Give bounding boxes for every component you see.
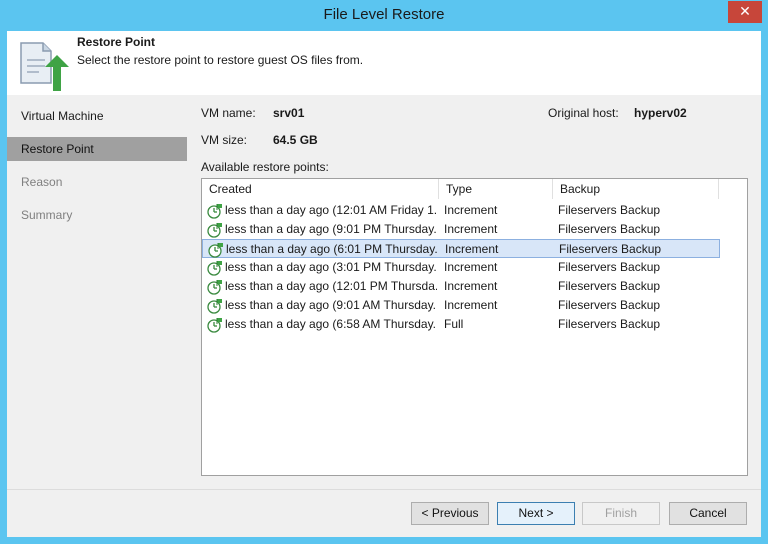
restore-point-icon — [207, 261, 222, 276]
restore-point-icon — [207, 318, 222, 333]
column-header-created[interactable]: Created — [202, 179, 439, 199]
header-title: Restore Point — [77, 35, 156, 49]
cell-created: less than a day ago (12:01 PM Thursda... — [225, 279, 437, 293]
cell-type: Increment — [444, 203, 498, 217]
vm-name-value: srv01 — [273, 106, 305, 120]
window-title: File Level Restore — [323, 6, 445, 23]
next-button[interactable]: Next > — [497, 502, 575, 525]
list-header: Created Type Backup — [202, 179, 747, 199]
cell-backup: Fileservers Backup — [559, 242, 662, 256]
table-row[interactable]: less than a day ago (9:01 PM Thursday...… — [202, 220, 720, 239]
step-restore-point[interactable]: Restore Point — [7, 137, 187, 161]
cancel-button[interactable]: Cancel — [669, 502, 747, 525]
file-level-restore-window: File Level Restore ✕ Restore Point Selec… — [0, 0, 768, 544]
restore-point-icon — [207, 299, 222, 314]
restore-points-list[interactable]: Created Type Backup less than a day ago … — [201, 178, 748, 476]
wizard-header: Restore Point Select the restore point t… — [7, 31, 761, 95]
vm-size-value: 64.5 GB — [273, 133, 318, 147]
cell-type: Increment — [444, 298, 498, 312]
cell-created: less than a day ago (9:01 AM Thursday... — [225, 298, 437, 312]
original-host-label: Original host: — [548, 106, 619, 120]
wizard-client-area: Restore Point Select the restore point t… — [7, 31, 761, 537]
vm-size-label: VM size: — [201, 133, 248, 147]
cell-backup: Fileservers Backup — [558, 260, 661, 274]
restore-point-panel: VM name: srv01 Original host: hyperv02 V… — [187, 95, 761, 489]
cell-backup: Fileservers Backup — [558, 279, 661, 293]
cell-backup: Fileservers Backup — [558, 222, 661, 236]
cell-created: less than a day ago (9:01 PM Thursday... — [225, 222, 437, 236]
close-button[interactable]: ✕ — [728, 1, 762, 23]
cell-type: Increment — [444, 222, 498, 236]
cell-created: less than a day ago (12:01 AM Friday 1..… — [225, 203, 437, 217]
table-row[interactable]: less than a day ago (3:01 PM Thursday...… — [202, 258, 720, 277]
finish-button: Finish — [582, 502, 660, 525]
restore-point-icon — [208, 243, 223, 258]
available-restore-points-label: Available restore points: — [201, 160, 329, 174]
step-virtual-machine[interactable]: Virtual Machine — [7, 104, 187, 128]
cell-type: Increment — [444, 279, 498, 293]
cell-type: Increment — [444, 260, 498, 274]
cell-created: less than a day ago (3:01 PM Thursday... — [225, 260, 437, 274]
restore-point-icon — [207, 223, 222, 238]
cell-created: less than a day ago (6:58 AM Thursday... — [225, 317, 437, 331]
cell-backup: Fileservers Backup — [558, 317, 661, 331]
wizard-footer: < Previous Next > Finish Cancel — [7, 489, 761, 537]
title-bar[interactable]: File Level Restore ✕ — [0, 0, 768, 30]
table-row[interactable]: less than a day ago (6:01 PM Thursday...… — [202, 239, 720, 258]
table-row[interactable]: less than a day ago (9:01 AM Thursday...… — [202, 296, 720, 315]
vm-name-label: VM name: — [201, 106, 256, 120]
original-host-value: hyperv02 — [634, 106, 687, 120]
step-summary: Summary — [21, 208, 73, 222]
table-row[interactable]: less than a day ago (6:58 AM Thursday...… — [202, 315, 720, 334]
header-subtitle: Select the restore point to restore gues… — [77, 53, 364, 67]
step-reason: Reason — [21, 175, 63, 189]
table-row[interactable]: less than a day ago (12:01 PM Thursda...… — [202, 277, 720, 296]
column-header-backup[interactable]: Backup — [553, 179, 719, 199]
cell-type: Increment — [445, 242, 499, 256]
restore-document-icon — [20, 42, 69, 91]
cell-backup: Fileservers Backup — [558, 203, 661, 217]
column-header-type[interactable]: Type — [439, 179, 553, 199]
table-row[interactable]: less than a day ago (12:01 AM Friday 1..… — [202, 201, 720, 220]
wizard-steps: Virtual Machine Restore Point Reason Sum… — [7, 95, 187, 489]
cell-backup: Fileservers Backup — [558, 298, 661, 312]
cell-type: Full — [444, 317, 464, 331]
cell-created: less than a day ago (6:01 PM Thursday... — [226, 242, 438, 256]
restore-point-icon — [207, 280, 222, 295]
previous-button[interactable]: < Previous — [411, 502, 489, 525]
restore-point-icon — [207, 204, 222, 219]
